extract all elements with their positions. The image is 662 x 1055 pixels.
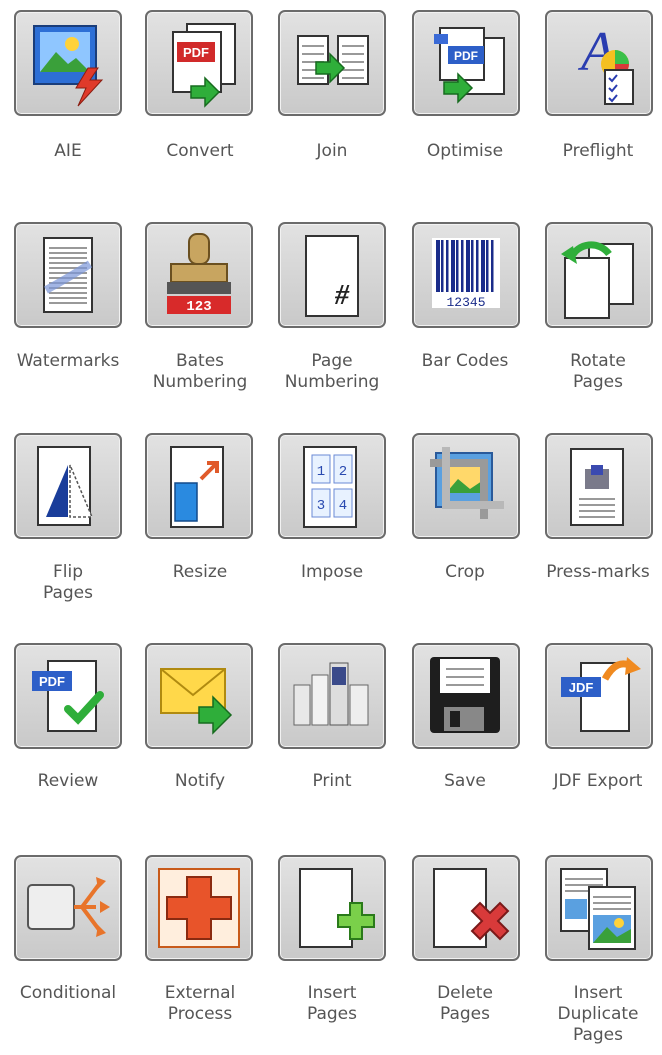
rotate-label: Rotate Pages (570, 351, 626, 392)
watermarks-label: Watermarks (16, 351, 120, 371)
press-marks-icon (570, 448, 624, 526)
jdf-export-label: JDF Export (553, 771, 643, 791)
aie-label: AIE (54, 141, 82, 161)
insert-pages-label: Insert Pages (306, 983, 357, 1024)
convert-button[interactable]: PDF (145, 10, 253, 116)
join-documents-icon (297, 35, 369, 85)
convert-label: Convert (166, 141, 234, 161)
save-button[interactable] (412, 643, 520, 749)
svg-text:PDF: PDF (39, 674, 65, 689)
jdf-export-icon: JDF (561, 657, 641, 732)
svg-text:PDF: PDF (183, 45, 209, 60)
resize-page-icon (170, 446, 224, 528)
optimise-button[interactable]: PDF (412, 10, 520, 116)
insert-page-plus-icon (299, 868, 375, 948)
review-button[interactable]: PDF (14, 643, 122, 749)
jdf-export-button[interactable]: JDF (545, 643, 653, 749)
impose-button[interactable]: 12 34 (278, 433, 386, 539)
duplicate-pages-icon (560, 868, 636, 950)
floppy-disk-icon (430, 657, 500, 733)
page-numbering-label: Page Numbering (284, 351, 380, 392)
external-process-label: External Process (164, 983, 236, 1024)
insert-pages-button[interactable] (278, 855, 386, 961)
rotate-page-icon (561, 241, 634, 319)
press-marks-label: Press-marks (546, 562, 650, 582)
optimise-label: Optimise (426, 141, 504, 161)
pdf-optimise-icon: PDF (434, 27, 505, 104)
preflight-label: Preflight (562, 141, 634, 161)
preflight-button[interactable]: A (545, 10, 653, 116)
svg-text:PDF: PDF (454, 49, 478, 63)
envelope-arrow-icon (160, 668, 233, 735)
bates-button[interactable]: 123 (145, 222, 253, 328)
impose-label: Impose (300, 562, 364, 582)
flip-page-icon (37, 446, 94, 526)
impose-grid-icon: 1 2 3 4 (303, 446, 357, 528)
image-lightning-icon (33, 25, 104, 107)
resize-button[interactable] (145, 433, 253, 539)
insert-duplicate-button[interactable] (545, 855, 653, 961)
stamp-icon: 123 (167, 233, 231, 315)
watermarks-button[interactable] (14, 222, 122, 328)
crop-label: Crop (445, 562, 485, 582)
press-marks-button[interactable] (545, 433, 653, 539)
printer-icon (293, 662, 369, 726)
rotate-button[interactable] (545, 222, 653, 328)
flip-label: Flip Pages (42, 562, 93, 603)
resize-label: Resize (172, 562, 228, 582)
conditional-branch-icon (27, 877, 110, 937)
aie-button[interactable] (14, 10, 122, 116)
bar-codes-label: Bar Codes (421, 351, 509, 371)
conditional-label: Conditional (19, 983, 117, 1003)
watermark-document-icon (43, 237, 93, 313)
svg-text:JDF: JDF (569, 680, 594, 695)
review-label: Review (37, 771, 99, 791)
barcode-icon: 12345 (432, 238, 500, 310)
svg-text:123: 123 (186, 299, 211, 315)
crop-icon (430, 447, 504, 519)
notify-button[interactable] (145, 643, 253, 749)
delete-pages-button[interactable] (412, 855, 520, 961)
svg-text:2: 2 (339, 464, 347, 480)
svg-text:#: # (334, 280, 350, 311)
bates-label: Bates Numbering (152, 351, 248, 392)
external-process-button[interactable] (145, 855, 253, 961)
pdf-review-check-icon: PDF (32, 660, 104, 732)
delete-pages-label: Delete Pages (437, 983, 493, 1024)
preflight-checklist-icon: A (577, 21, 634, 105)
flip-button[interactable] (14, 433, 122, 539)
pdf-convert-icon: PDF (172, 23, 236, 108)
svg-text:4: 4 (339, 498, 347, 514)
save-label: Save (444, 771, 486, 791)
print-button[interactable] (278, 643, 386, 749)
svg-text:1: 1 (317, 464, 325, 480)
svg-text:12345: 12345 (446, 295, 485, 310)
hash-page-icon: # (305, 235, 359, 317)
join-label: Join (316, 141, 348, 161)
insert-duplicate-label: Insert Duplicate Pages (557, 983, 639, 1045)
join-button[interactable] (278, 10, 386, 116)
bar-codes-button[interactable]: 12345 (412, 222, 520, 328)
conditional-button[interactable] (14, 855, 122, 961)
svg-text:3: 3 (317, 498, 325, 514)
print-label: Print (312, 771, 352, 791)
crop-button[interactable] (412, 433, 520, 539)
external-process-cross-icon (158, 868, 240, 948)
notify-label: Notify (174, 771, 226, 791)
delete-page-x-icon (433, 868, 510, 948)
page-numbering-button[interactable]: # (278, 222, 386, 328)
